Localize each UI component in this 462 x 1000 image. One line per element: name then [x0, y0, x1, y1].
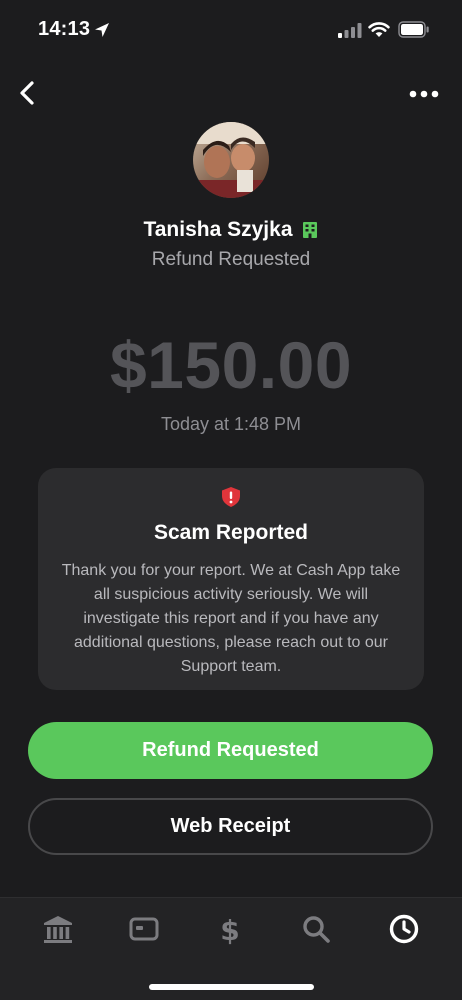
- card-body: Thank you for your report. We at Cash Ap…: [61, 562, 401, 675]
- back-button[interactable]: [14, 78, 42, 108]
- card-title: Scam Reported: [153, 521, 309, 544]
- business-building-icon: [302, 222, 317, 238]
- tab-payments[interactable]: $: [213, 912, 247, 947]
- dollar-icon: $: [220, 914, 239, 947]
- payment-status-subtitle: Refund Requested: [151, 249, 311, 270]
- shield-alert-icon: [222, 487, 240, 507]
- wifi-icon: [368, 22, 390, 37]
- clock-icon: [389, 914, 419, 944]
- recipient-name-row: Tanisha Szyjka: [0, 216, 462, 244]
- tab-banking[interactable]: [41, 912, 75, 946]
- payment-amount: $150.00: [109, 328, 353, 402]
- more-dots-icon: [409, 90, 439, 98]
- search-icon: [303, 916, 330, 943]
- cellular-signal-icon: [338, 23, 362, 38]
- status-time: 14:13: [38, 18, 91, 40]
- card-icon: [129, 917, 159, 941]
- chevron-left-icon: [20, 81, 34, 105]
- battery-icon: [398, 21, 429, 38]
- status-bar: 14:13: [0, 0, 462, 58]
- web-receipt-button[interactable]: Web Receipt: [28, 798, 433, 855]
- payment-timestamp: Today at 1:48 PM: [160, 414, 302, 434]
- profile-photo: [193, 122, 269, 198]
- home-indicator: [149, 984, 314, 990]
- scam-reported-card: Scam Reported Thank you for your report.…: [38, 468, 424, 690]
- bank-icon: [44, 916, 72, 943]
- tab-search[interactable]: [299, 912, 333, 946]
- refund-requested-button[interactable]: Refund Requested: [28, 722, 433, 779]
- svg-text:$: $: [220, 914, 239, 946]
- tab-card[interactable]: [127, 912, 161, 946]
- recipient-name: Tanisha Szyjka: [143, 218, 293, 241]
- location-arrow-icon: [95, 23, 109, 37]
- more-options-button[interactable]: [404, 84, 442, 104]
- avatar[interactable]: [193, 122, 269, 198]
- tab-activity[interactable]: [387, 912, 421, 946]
